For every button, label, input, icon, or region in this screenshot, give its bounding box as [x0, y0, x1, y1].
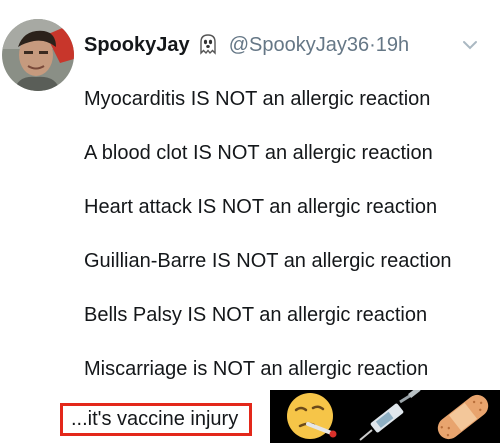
tweet-text-line: Miscarriage is NOT an allergic reaction [84, 358, 429, 380]
tweet-header: SpookyJay @SpookyJay36·19h [84, 32, 409, 62]
tweet-text-line: Heart attack IS NOT an allergic reaction [84, 196, 438, 218]
user-handle[interactable]: @SpookyJay36 [229, 34, 369, 56]
chevron-down-icon[interactable] [462, 38, 478, 50]
tweet-text-line: Myocarditis IS NOT an allergic reaction [84, 88, 431, 110]
separator-dot: · [369, 34, 376, 56]
emoji-strip [270, 386, 500, 443]
syringe-icon [356, 386, 422, 448]
tweet-text-line: A blood clot IS NOT an allergic reaction [84, 142, 433, 164]
ghost-icon [197, 33, 219, 62]
tweet-text-line: Bells Palsy IS NOT an allergic reaction [84, 304, 428, 326]
display-name[interactable]: SpookyJay [84, 34, 190, 56]
sick-face-thermometer-icon [282, 390, 338, 448]
bandage-icon [432, 390, 494, 448]
tweet-text-line: Guillian-Barre IS NOT an allergic reacti… [84, 250, 452, 272]
avatar[interactable] [2, 19, 74, 91]
timestamp[interactable]: 19h [376, 34, 409, 56]
highlighted-caption: ...it's vaccine injury [60, 403, 252, 436]
